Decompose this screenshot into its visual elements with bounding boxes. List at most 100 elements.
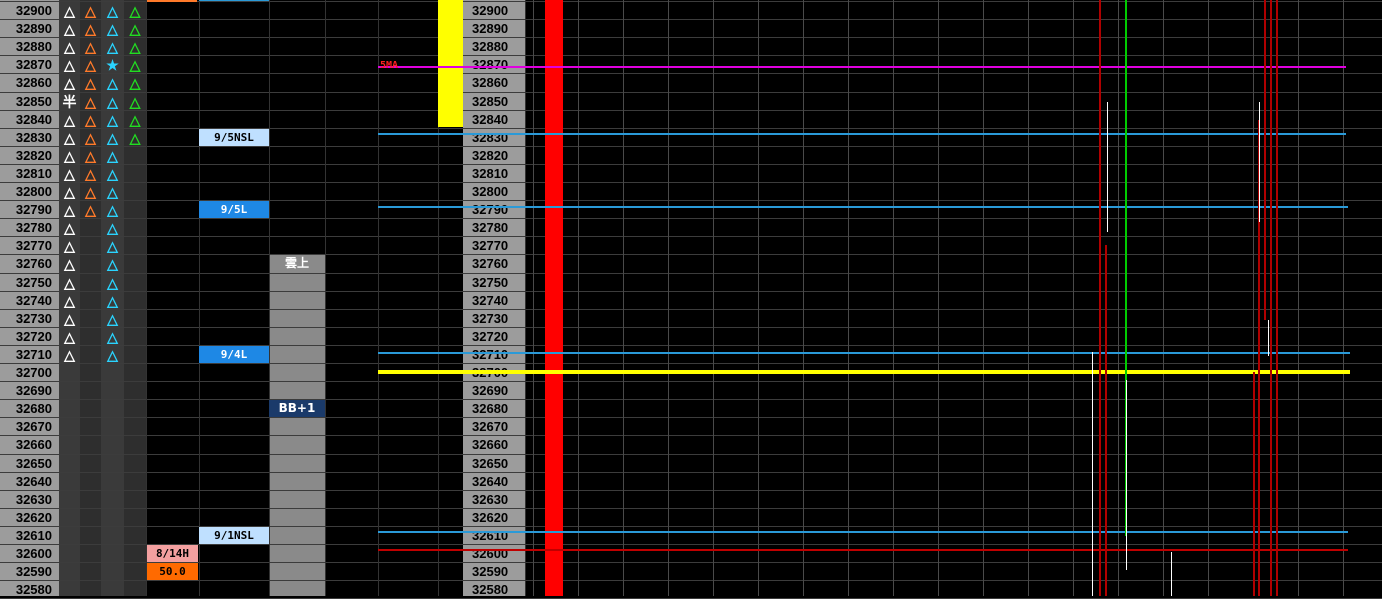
price-left-32610[interactable]: 32610 (0, 527, 56, 545)
price-left-32740[interactable]: 32740 (0, 292, 56, 310)
level-tag[interactable]: 8/14H (147, 545, 198, 562)
white-signal-icon: △ (64, 311, 75, 327)
price-left-32850[interactable]: 32850 (0, 93, 56, 111)
price-right-32830[interactable]: 32830 (463, 129, 525, 147)
cloud-tag: BB+1 (269, 400, 325, 417)
price-right-32660[interactable]: 32660 (463, 436, 525, 454)
grid-column-line (533, 0, 534, 596)
grid-column-line (1028, 0, 1029, 596)
grid-row-line (0, 182, 1382, 183)
price-left-32770[interactable]: 32770 (0, 237, 56, 255)
price-right-32900[interactable]: 32900 (463, 2, 525, 20)
price-right-32850[interactable]: 32850 (463, 93, 525, 111)
price-left-32650[interactable]: 32650 (0, 455, 56, 473)
cyan-signal-icon: △ (107, 238, 118, 254)
price-right-32790[interactable]: 32790 (463, 201, 525, 219)
price-left-32780[interactable]: 32780 (0, 219, 56, 237)
price-left-32720[interactable]: 32720 (0, 328, 56, 346)
level-tag[interactable]: 9/4L (199, 346, 269, 363)
price-right-32810[interactable]: 32810 (463, 165, 525, 183)
price-left-32750[interactable]: 32750 (0, 274, 56, 292)
price-left-32600[interactable]: 32600 (0, 545, 56, 563)
white-signal-icon: △ (64, 329, 75, 345)
price-left-32690[interactable]: 32690 (0, 382, 56, 400)
white-signal-icon: △ (64, 112, 75, 128)
price-right-32890[interactable]: 32890 (463, 20, 525, 38)
price-left-32800[interactable]: 32800 (0, 183, 56, 201)
price-left-32880[interactable]: 32880 (0, 38, 56, 56)
price-left-32660[interactable]: 32660 (0, 436, 56, 454)
price-left-32590[interactable]: 32590 (0, 563, 56, 581)
grid-row-line (0, 399, 1382, 400)
price-right-32750[interactable]: 32750 (463, 274, 525, 292)
price-left-32860[interactable]: 32860 (0, 74, 56, 92)
grid-column-line (713, 0, 714, 596)
price-left-32680[interactable]: 32680 (0, 400, 56, 418)
red-vertical-line-5 (1264, 0, 1266, 320)
red-vertical-line-1 (1099, 0, 1101, 596)
grid-column-line (983, 0, 984, 596)
price-left-32830[interactable]: 32830 (0, 129, 56, 147)
price-right-32630[interactable]: 32630 (463, 491, 525, 509)
price-right-32760[interactable]: 32760 (463, 255, 525, 273)
price-right-32640[interactable]: 32640 (463, 473, 525, 491)
price-right-32820[interactable]: 32820 (463, 147, 525, 165)
price-left-32840[interactable]: 32840 (0, 111, 56, 129)
level-tag[interactable]: 9/5L (199, 201, 269, 218)
price-left-32730[interactable]: 32730 (0, 310, 56, 328)
price-right-32620[interactable]: 32620 (463, 509, 525, 527)
green-signal-icon: △ (129, 75, 141, 91)
price-left-32900[interactable]: 32900 (0, 2, 56, 20)
cloud-tag: 雲上 (284, 256, 309, 270)
price-right-32880[interactable]: 32880 (463, 38, 525, 56)
price-right-32610[interactable]: 32610 (463, 527, 525, 545)
price-left-32630[interactable]: 32630 (0, 491, 56, 509)
price-left-32700[interactable]: 32700 (0, 364, 56, 382)
price-left-32620[interactable]: 32620 (0, 509, 56, 527)
cyan-signal-icon: △ (107, 94, 118, 110)
grid-row-line (0, 236, 1382, 237)
orange-signal-icon: △ (85, 112, 96, 128)
price-right-32710[interactable]: 32710 (463, 346, 525, 364)
level-tag[interactable]: 50.0 (147, 563, 198, 580)
price-right-32580[interactable]: 32580 (463, 581, 525, 599)
level-tag[interactable]: 9/1NSL (199, 527, 269, 544)
price-right-32590[interactable]: 32590 (463, 563, 525, 581)
price-left-32710[interactable]: 32710 (0, 346, 56, 364)
orange-signal-icon: △ (85, 39, 96, 55)
red-vertical-line-2 (1105, 245, 1107, 596)
price-right-32680[interactable]: 32680 (463, 400, 525, 418)
price-left-32790[interactable]: 32790 (0, 201, 56, 219)
price-right-32740[interactable]: 32740 (463, 292, 525, 310)
price-left-32580[interactable]: 32580 (0, 581, 56, 599)
white-signal-icon: △ (64, 148, 75, 164)
price-right-32690[interactable]: 32690 (463, 382, 525, 400)
grid-column-line (893, 0, 894, 596)
price-left-32820[interactable]: 32820 (0, 147, 56, 165)
price-left-32810[interactable]: 32810 (0, 165, 56, 183)
price-right-32730[interactable]: 32730 (463, 310, 525, 328)
grid-row-line (0, 218, 1382, 219)
price-left-32760[interactable]: 32760 (0, 255, 56, 273)
green-signal-icon: △ (129, 57, 141, 73)
grid-column-line (1163, 0, 1164, 596)
price-right-32600[interactable]: 32600 (463, 545, 525, 563)
price-right-32860[interactable]: 32860 (463, 74, 525, 92)
red-vertical-line-7 (1276, 0, 1278, 596)
price-right-32870[interactable]: 32870 (463, 56, 525, 74)
price-left-32670[interactable]: 32670 (0, 418, 56, 436)
grid-column-line (199, 0, 200, 596)
price-right-32770[interactable]: 32770 (463, 237, 525, 255)
level-tag[interactable]: 9/5NSL (199, 129, 269, 146)
price-left-32890[interactable]: 32890 (0, 20, 56, 38)
white-signal-icon: △ (64, 275, 75, 291)
white-signal-icon: △ (64, 238, 75, 254)
price-right-32840[interactable]: 32840 (463, 111, 525, 129)
price-left-32870[interactable]: 32870 (0, 56, 56, 74)
price-right-32670[interactable]: 32670 (463, 418, 525, 436)
price-left-32640[interactable]: 32640 (0, 473, 56, 491)
price-right-32780[interactable]: 32780 (463, 219, 525, 237)
price-right-32800[interactable]: 32800 (463, 183, 525, 201)
price-right-32720[interactable]: 32720 (463, 328, 525, 346)
price-right-32650[interactable]: 32650 (463, 455, 525, 473)
